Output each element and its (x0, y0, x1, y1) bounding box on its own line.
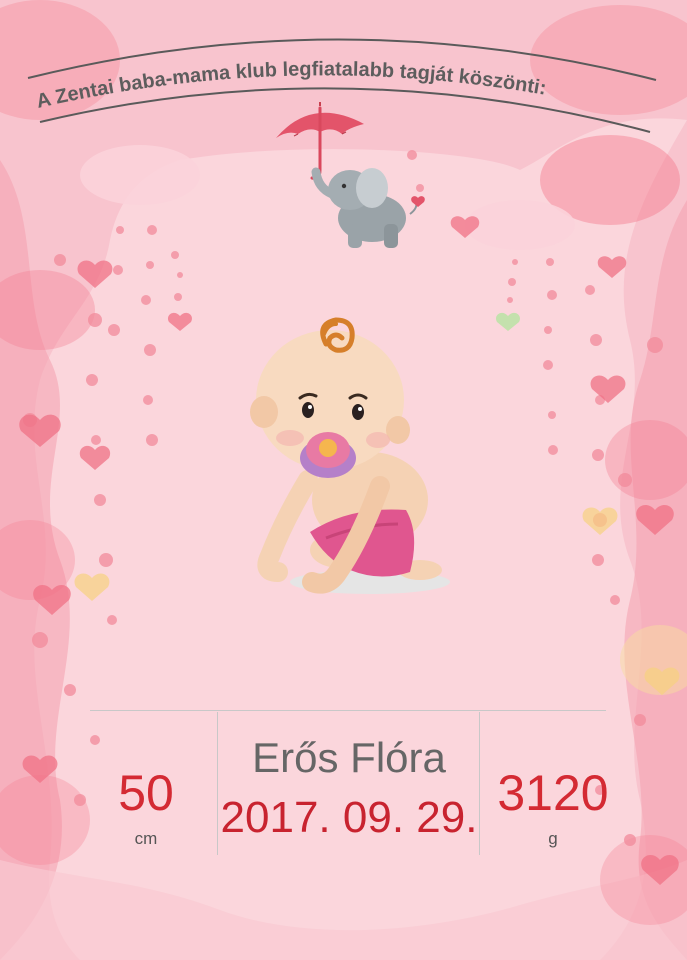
length-unit: cm (134, 829, 158, 848)
stats-top-divider (90, 710, 606, 711)
weight-unit: g (548, 829, 558, 848)
weight-value: 3120 (497, 765, 609, 821)
length-value: 50 (118, 765, 174, 821)
birth-date: 2017. 09. 29. (220, 793, 478, 842)
elephant-umbrella-icon (276, 102, 425, 248)
baby-illustration (250, 317, 450, 594)
announcement-card: A Zentai baba-mama klub legfiatalabb tag… (0, 0, 687, 960)
baby-name: Erős Flóra (252, 734, 446, 781)
